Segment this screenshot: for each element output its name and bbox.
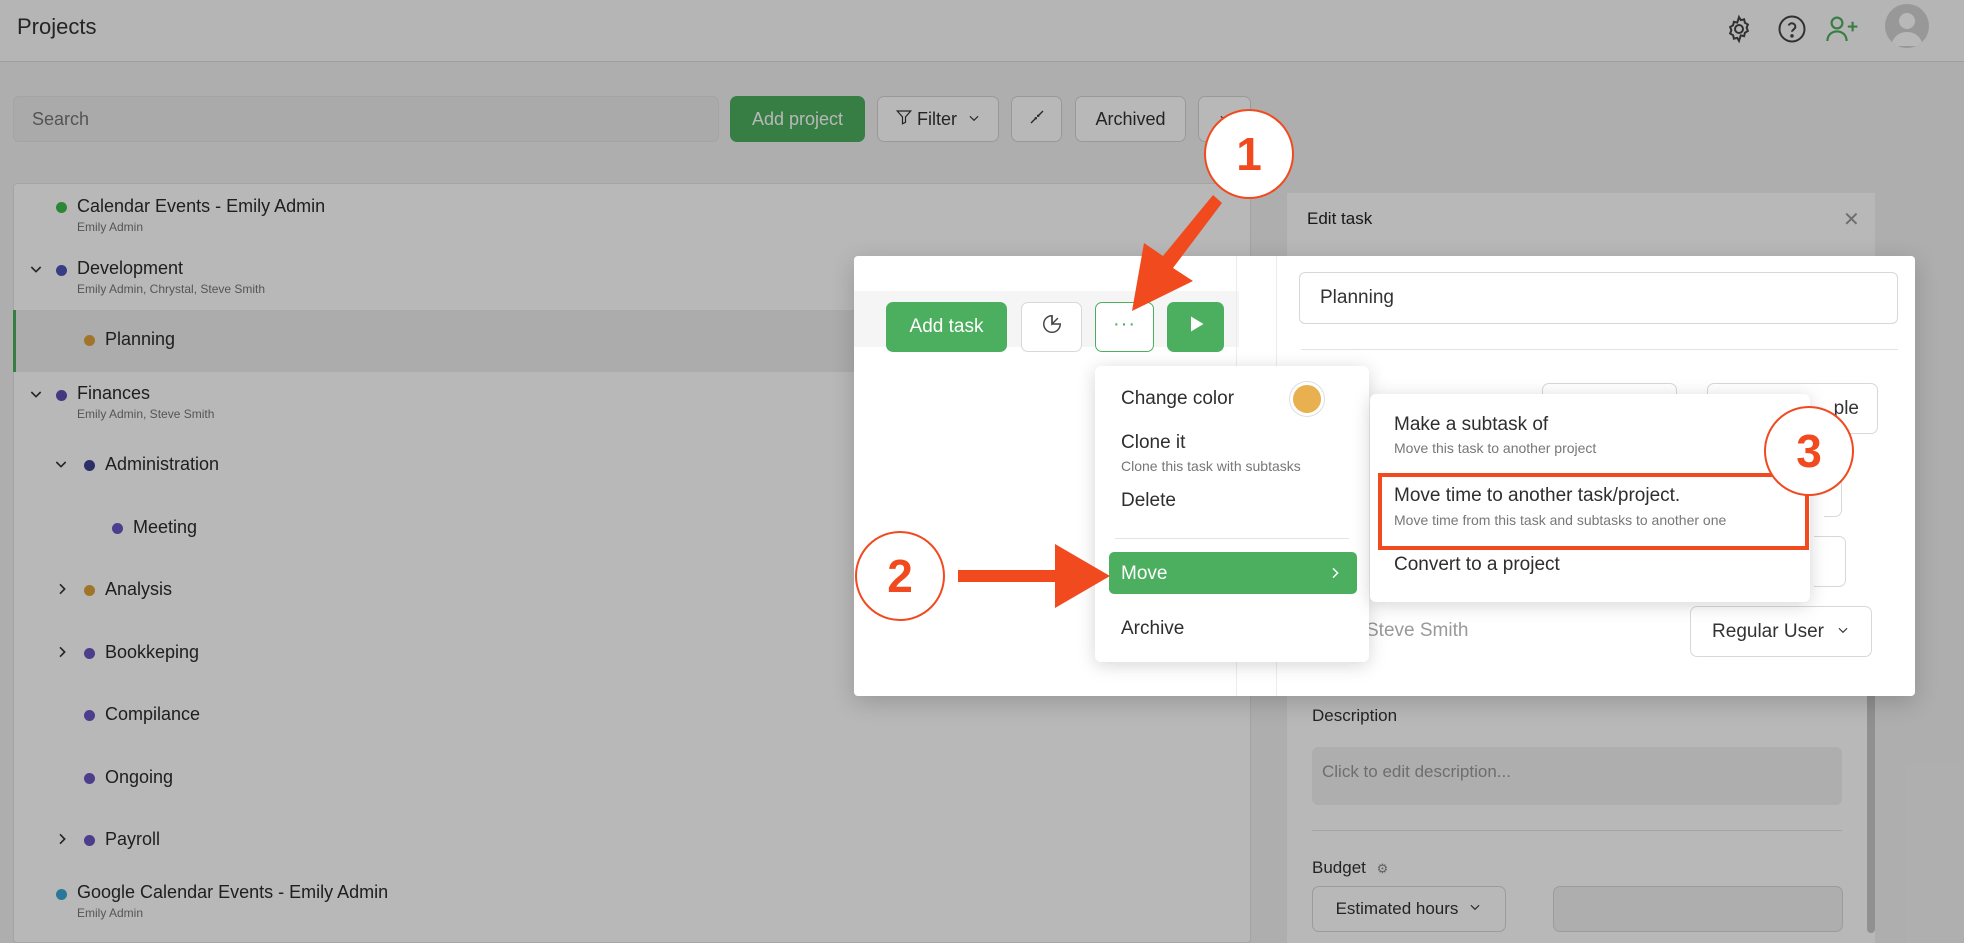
member-name: Steve Smith [1366, 620, 1469, 641]
add-task-label: Add task [909, 316, 984, 337]
delete-label: Delete [1121, 490, 1176, 511]
color-swatch[interactable] [1290, 382, 1324, 416]
make-subtask-label: Make a subtask of [1394, 414, 1549, 435]
play-icon [1186, 314, 1206, 340]
task-name-input[interactable] [1299, 272, 1898, 324]
clone-description: Clone this task with subtasks [1121, 458, 1301, 474]
step-3-callout: 3 [1764, 406, 1854, 496]
make-subtask-item[interactable]: Make a subtask of Move this task to anot… [1370, 394, 1810, 456]
archive-item[interactable]: Archive [1095, 604, 1369, 652]
chevron-down-icon [1836, 621, 1850, 643]
report-button[interactable] [1021, 302, 1082, 352]
more-options-button[interactable]: ··· [1095, 302, 1154, 352]
move-item[interactable]: Move [1109, 552, 1357, 594]
move-label: Move [1121, 563, 1168, 584]
start-timer-button[interactable] [1167, 302, 1224, 352]
task-context-menu: Change color Clone it Clone this task wi… [1095, 366, 1369, 662]
highlight-box [1378, 473, 1809, 550]
member-role-value: Regular User [1712, 620, 1824, 642]
change-color-item[interactable]: Change color [1095, 366, 1369, 416]
change-color-label: Change color [1121, 388, 1235, 409]
divider [1115, 538, 1349, 539]
select-field[interactable] [1814, 536, 1846, 587]
clone-label: Clone it [1121, 432, 1186, 453]
member-role-select[interactable]: Regular User [1690, 606, 1872, 657]
convert-label: Convert to a project [1394, 554, 1560, 575]
pie-chart-icon [1041, 313, 1063, 341]
add-task-button[interactable]: Add task [886, 302, 1007, 352]
clone-item[interactable]: Clone it Clone this task with subtasks [1095, 422, 1369, 474]
delete-item[interactable]: Delete [1095, 476, 1369, 516]
divider [1301, 349, 1898, 350]
make-subtask-description: Move this task to another project [1394, 440, 1597, 456]
step-2-callout: 2 [855, 531, 945, 621]
more-dots-icon: ··· [1113, 312, 1136, 335]
step-1-callout: 1 [1204, 109, 1294, 199]
chevron-right-icon [1327, 565, 1343, 586]
archive-label: Archive [1121, 618, 1185, 639]
